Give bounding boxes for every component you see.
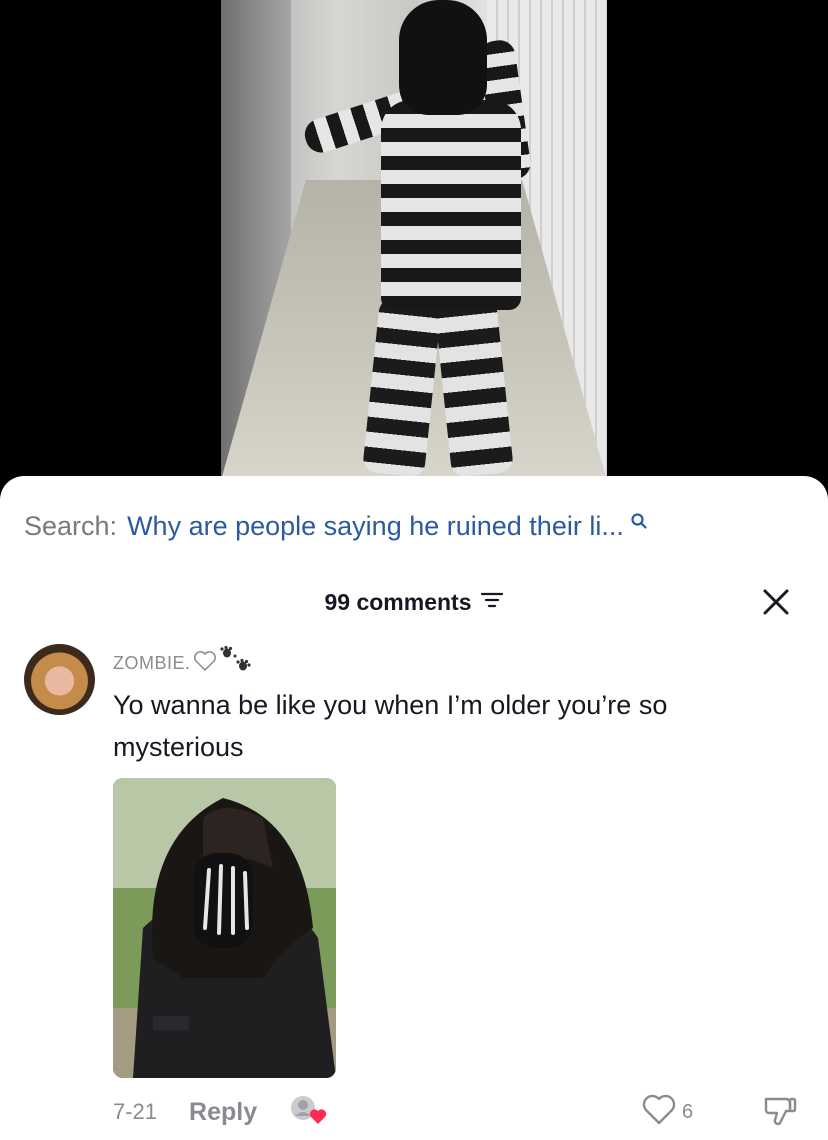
video-player[interactable] — [221, 0, 607, 480]
comment-text: Yo wanna be like you when I’m older you’… — [113, 690, 668, 762]
comment-photo-image — [113, 778, 336, 1078]
comment-username[interactable]: ZOMBIE. — [113, 653, 191, 674]
avatar[interactable] — [24, 644, 95, 715]
thumbs-down-icon — [764, 1097, 797, 1126]
search-label: Search: — [24, 510, 118, 541]
search-icon[interactable] — [630, 506, 648, 537]
person-striped-sweater — [381, 100, 521, 310]
like-group[interactable]: 6 — [642, 1094, 693, 1130]
related-search-bar[interactable]: Search: Why are people saying he ruined … — [24, 506, 804, 546]
comments-sheet: Search: Why are people saying he ruined … — [0, 476, 828, 1140]
paw-prints-icon — [219, 645, 255, 681]
filter-icon[interactable] — [480, 589, 504, 616]
like-count: 6 — [682, 1100, 694, 1123]
person-head — [399, 0, 487, 115]
dislike-button[interactable] — [762, 1093, 798, 1134]
comment-footer: 7-21 Reply — [113, 1094, 329, 1130]
heart-outline-icon — [193, 650, 217, 677]
comment-photo[interactable] — [113, 778, 336, 1078]
comments-header: 99 comments — [0, 584, 828, 620]
comments-count: 99 comments — [324, 588, 472, 615]
reply-button[interactable]: Reply — [189, 1098, 257, 1127]
close-icon — [763, 589, 789, 615]
comment-username-row[interactable]: ZOMBIE. — [113, 645, 255, 681]
search-query[interactable]: Why are people saying he ruined their li… — [127, 511, 624, 542]
creator-liked-badge — [289, 1094, 329, 1131]
heart-outline-icon[interactable] — [642, 1094, 676, 1131]
close-button[interactable] — [760, 586, 792, 618]
comment-date: 7-21 — [113, 1099, 158, 1124]
